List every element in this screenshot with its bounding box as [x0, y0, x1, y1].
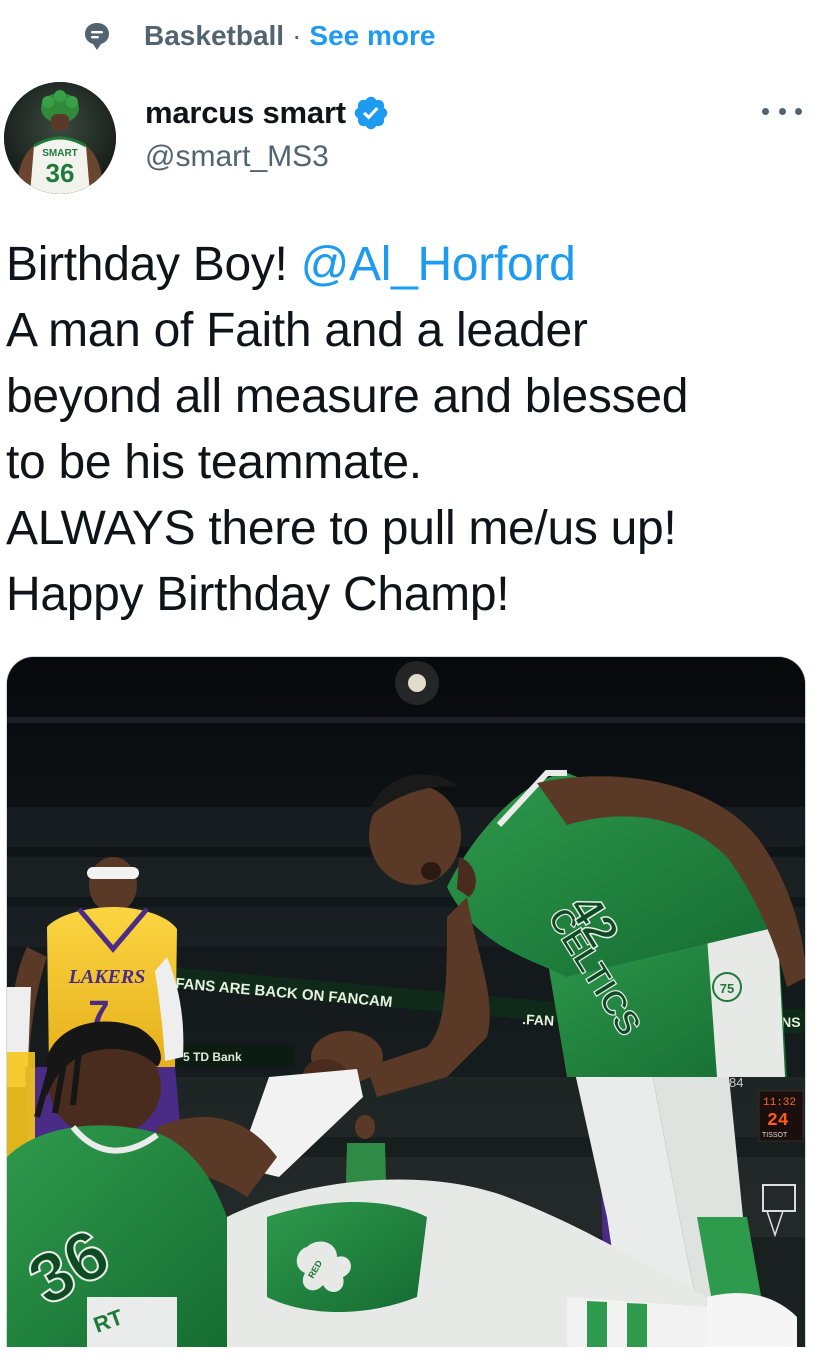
lakers-jersey-text: LAKERS — [68, 966, 146, 988]
tweet-line-3: beyond all measure and blessed — [6, 370, 689, 423]
avatar-jersey-number: 36 — [46, 158, 75, 188]
anniversary-badge: 75 — [720, 981, 734, 996]
more-dot-icon — [762, 107, 769, 115]
tweet-line-1-text: Birthday Boy! — [6, 238, 301, 291]
banner-text-2: .FAN — [522, 1011, 555, 1029]
tweet-line-2: A man of Faith and a leader — [6, 304, 588, 357]
clock-time: 11:32 — [763, 1097, 796, 1109]
author-handle[interactable]: @smart_MS3 — [145, 140, 390, 174]
display-name[interactable]: marcus smart — [145, 95, 346, 131]
topic-label[interactable]: Basketball — [144, 20, 284, 52]
clock-seconds: 24 — [767, 1111, 789, 1131]
tweet-line-1: Birthday Boy! @Al_Horford — [6, 232, 816, 298]
tweet-text: Birthday Boy! @Al_Horford A man of Faith… — [6, 232, 816, 628]
tweet-line-4: to be his teammate. — [6, 436, 422, 489]
tweet-photo[interactable]: FANS ARE BACK ON FANCAM .FAN ANS 5 TD Ba… — [6, 656, 806, 1347]
topic-row: Basketball · See more — [82, 14, 435, 58]
tweet-line-6: Happy Birthday Champ! — [6, 568, 510, 621]
name-row: marcus smart — [145, 92, 390, 134]
topic-bubble-icon — [82, 21, 112, 51]
sponsor-board: 5 TD Bank — [175, 1045, 295, 1067]
mention-link[interactable]: @Al_Horford — [301, 238, 576, 291]
sponsor-text: 5 TD Bank — [183, 1050, 242, 1064]
verified-badge-icon — [354, 96, 388, 130]
topic-separator: · — [292, 20, 302, 51]
clock-brand: TISSOT — [762, 1132, 788, 1139]
more-dot-icon — [778, 107, 786, 115]
tweet-line-5: ALWAYS there to pull me/us up! — [6, 502, 677, 555]
more-dot-icon — [795, 107, 802, 115]
more-options-button[interactable] — [762, 96, 802, 126]
score-fragment: 84 — [729, 1075, 743, 1090]
author-info: marcus smart @smart_MS3 — [145, 92, 390, 174]
avatar[interactable]: SMART 36 — [4, 82, 116, 194]
see-more-link[interactable]: See more — [309, 20, 435, 52]
